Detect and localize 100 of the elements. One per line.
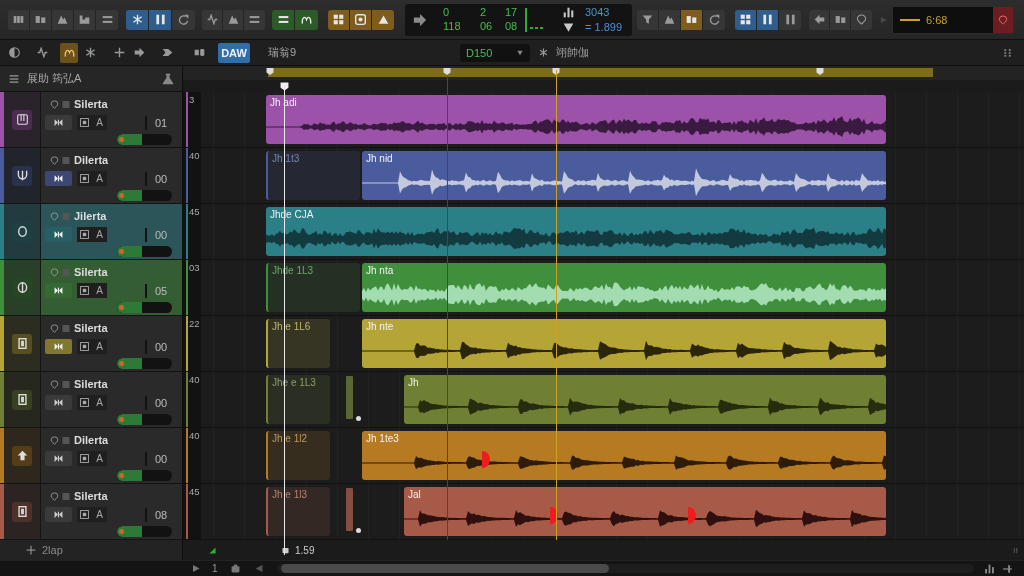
play-button[interactable]	[192, 564, 200, 573]
toggle-button[interactable]	[45, 339, 72, 354]
audio-clip[interactable]: Jal	[404, 487, 886, 536]
toolbar-button[interactable]	[830, 9, 851, 30]
audio-clip[interactable]: Jh e 1l2	[266, 431, 330, 480]
icon-button[interactable]	[77, 507, 92, 522]
track-header[interactable]: Silerta A 01	[41, 92, 182, 147]
audio-clip[interactable]: Jh nid	[362, 151, 886, 200]
audio-clip[interactable]: Jh e 1l3	[266, 487, 330, 536]
track-header[interactable]: Jilerta A 00	[41, 204, 182, 259]
icon-button[interactable]	[77, 395, 92, 410]
audio-clip[interactable]: Jh nta	[362, 263, 886, 312]
track-header[interactable]: Silerta A 08	[41, 484, 182, 539]
toolbar-button[interactable]	[350, 9, 372, 30]
track-header[interactable]: Silerta A 05	[41, 260, 182, 315]
lane-number: 40	[189, 374, 200, 385]
track-header[interactable]: Dilerta A 00	[41, 148, 182, 203]
toolbar-button[interactable]	[126, 9, 149, 30]
bowtie-icon	[53, 286, 64, 295]
toggle-button[interactable]	[45, 171, 72, 186]
label-button[interactable]: A	[92, 339, 107, 354]
track-header[interactable]: Silerta A 00	[41, 372, 182, 427]
toolbar-button[interactable]	[272, 9, 295, 30]
audio-clip[interactable]: Jh 1t3	[266, 151, 360, 200]
toolbar-button[interactable]	[8, 9, 30, 30]
toolbar-button[interactable]	[735, 9, 757, 30]
line-icon	[900, 18, 920, 21]
mode-button[interactable]: DAW	[218, 42, 250, 63]
bars-icon	[13, 14, 24, 25]
label-button[interactable]: A	[92, 115, 107, 130]
toolbar-button[interactable]	[757, 9, 779, 30]
toolbar-button[interactable]	[681, 9, 703, 30]
panel-button[interactable]	[162, 72, 174, 85]
add-track-button[interactable]: 2lap	[26, 543, 63, 557]
toggle-button[interactable]	[45, 115, 72, 130]
toggle-button[interactable]	[45, 227, 72, 242]
clip-fragment[interactable]	[346, 488, 353, 531]
rate-value: = 1.899	[585, 20, 622, 34]
icon-button[interactable]	[77, 451, 92, 466]
clip-label: Jh e 1L6	[271, 320, 312, 332]
camera-button[interactable]	[229, 564, 241, 573]
track-header[interactable]: Silerta A 00	[41, 316, 182, 371]
play-icon	[192, 564, 200, 573]
back-button[interactable]	[254, 564, 263, 573]
grid-icon	[740, 14, 751, 25]
split-icon	[686, 14, 697, 25]
toolbar-button[interactable]	[202, 9, 223, 30]
icon-button[interactable]	[77, 283, 92, 298]
toolbar-button[interactable]	[244, 9, 265, 30]
ring-icon	[12, 221, 32, 242]
toolbar-button[interactable]	[809, 9, 830, 30]
clip-fragment[interactable]	[346, 376, 353, 419]
icon-button[interactable]	[77, 339, 92, 354]
toolbar-button[interactable]	[52, 9, 74, 30]
grip-icon	[1003, 46, 1012, 59]
toolbar-button[interactable]	[328, 9, 350, 30]
audio-clip[interactable]: Jh e 1L6	[266, 319, 330, 368]
icon-button[interactable]	[77, 227, 92, 242]
label-button[interactable]: A	[92, 395, 107, 410]
toggle-button[interactable]	[45, 451, 72, 466]
arrow-right-icon	[133, 47, 145, 58]
toggle-button[interactable]	[45, 395, 72, 410]
icon-button[interactable]	[77, 171, 92, 186]
counter-value: 17	[505, 6, 518, 19]
label-button[interactable]: A	[92, 227, 107, 242]
piano-icon	[12, 109, 32, 130]
label-button[interactable]: A	[92, 171, 107, 186]
toolbar-button[interactable]	[60, 42, 78, 63]
dot-icon	[119, 193, 124, 198]
clip-label: Jh e 1l3	[271, 488, 309, 500]
audio-clip[interactable]: Jh	[404, 375, 886, 424]
frame-icon	[80, 454, 89, 463]
asterisk-icon	[84, 47, 96, 58]
preset-dropdown[interactable]: D150	[460, 43, 530, 62]
toolbar-button[interactable]	[372, 9, 394, 30]
pin-button[interactable]	[993, 6, 1013, 33]
toggle-button[interactable]	[45, 507, 72, 522]
toolbar-button[interactable]	[149, 9, 172, 30]
toolbar-button[interactable]	[223, 9, 244, 30]
toggle-button[interactable]	[45, 283, 72, 298]
label-button[interactable]: A	[92, 451, 107, 466]
loop-region[interactable]	[268, 68, 933, 77]
toolbar-button[interactable]	[295, 9, 318, 30]
toolbar-button[interactable]	[779, 9, 801, 30]
track-value: 08	[155, 508, 168, 521]
down-triangle-icon	[516, 49, 524, 56]
lane-number: 45	[189, 206, 200, 217]
icon-button[interactable]	[77, 115, 92, 130]
toolbar-button[interactable]	[96, 9, 118, 30]
toolbar-button[interactable]	[637, 9, 659, 30]
toolbar-button[interactable]	[74, 9, 96, 30]
track-header[interactable]: Dilerta A 00	[41, 428, 182, 483]
scroll-thumb[interactable]	[280, 564, 609, 573]
toolbar-button[interactable]	[659, 9, 681, 30]
label-button[interactable]: A	[92, 507, 107, 522]
toolbar-button[interactable]	[30, 9, 52, 30]
label-button[interactable]: A	[92, 283, 107, 298]
scrollbar[interactable]	[276, 564, 974, 573]
loop-icon	[178, 14, 189, 25]
wave-icon	[206, 14, 218, 25]
